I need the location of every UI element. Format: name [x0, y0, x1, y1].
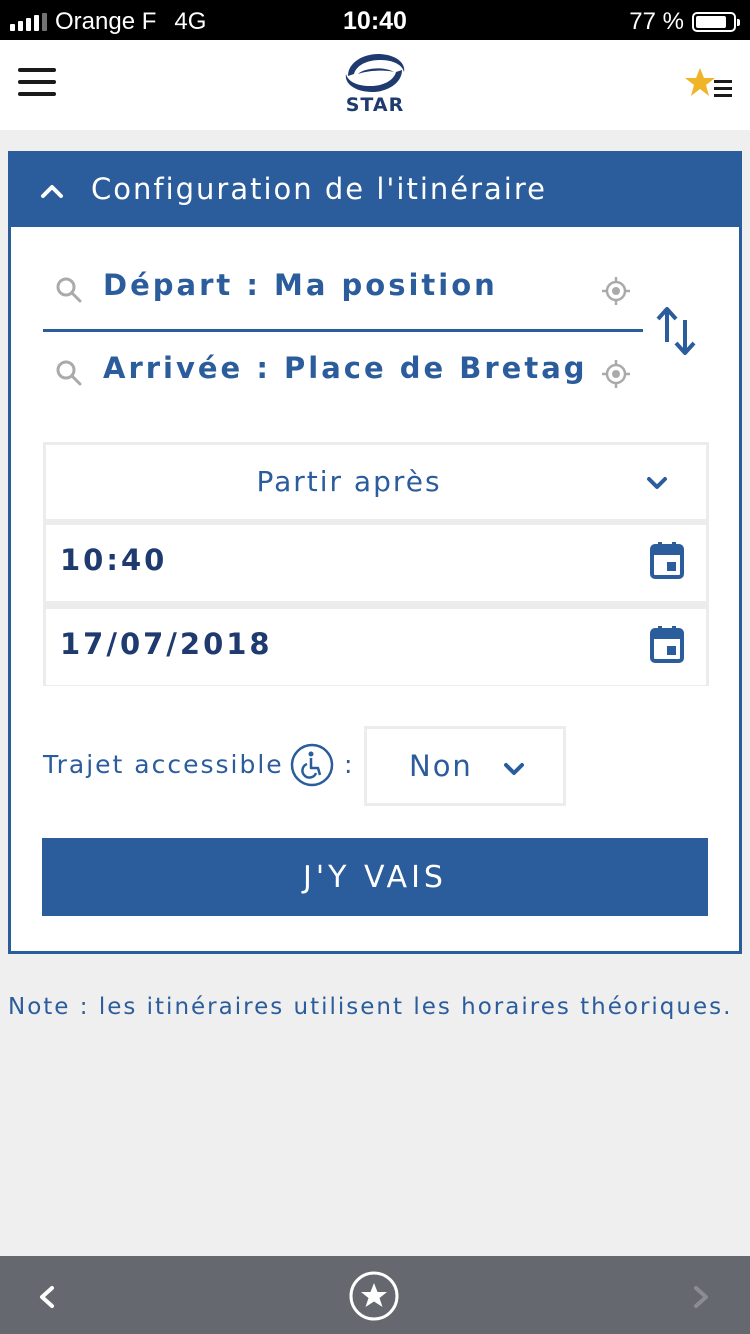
time-value: 10:40 — [60, 543, 168, 577]
battery-percent: 77 % — [629, 8, 684, 35]
logo-text: STAR — [345, 94, 405, 116]
submit-button[interactable]: J'Y VAIS — [42, 838, 708, 916]
arrival-value: Arrivée : Place de Bretagne — [103, 351, 585, 385]
swap-icon[interactable] — [655, 304, 699, 358]
itinerary-panel: Configuration de l'itinéraire Départ : M… — [8, 151, 742, 954]
date-value: 17/07/2018 — [60, 627, 273, 661]
calendar-icon[interactable] — [650, 625, 684, 663]
hamburger-menu-icon[interactable] — [18, 68, 58, 96]
battery-icon — [692, 12, 740, 32]
time-input[interactable]: 10:40 — [46, 525, 706, 601]
chevron-down-icon — [504, 763, 524, 775]
departure-field[interactable]: Départ : Ma position — [43, 254, 643, 322]
locate-icon[interactable] — [601, 276, 631, 306]
search-icon — [56, 360, 82, 386]
status-right: 77 % — [629, 8, 740, 36]
wheelchair-icon — [290, 743, 334, 787]
note-text: Note : les itinéraires utilisent les hor… — [8, 994, 733, 1020]
search-icon — [56, 277, 82, 303]
chevron-left-icon[interactable] — [30, 1280, 64, 1314]
accessible-select[interactable]: Non — [364, 726, 566, 806]
accessible-label: Trajet accessible — [43, 750, 284, 779]
field-divider — [43, 329, 643, 332]
bottom-nav-bar — [0, 1256, 750, 1334]
star-logo-icon — [345, 54, 405, 92]
date-input[interactable]: 17/07/2018 — [46, 609, 706, 685]
status-bar: Orange F 4G 10:40 77 % — [0, 0, 750, 40]
panel-header-toggle[interactable]: Configuration de l'itinéraire — [11, 154, 739, 227]
chevron-up-icon — [41, 185, 63, 198]
departure-mode-value: Partir après — [256, 465, 442, 498]
chevron-right-icon[interactable] — [684, 1280, 718, 1314]
panel-title: Configuration de l'itinéraire — [91, 172, 547, 206]
locate-icon[interactable] — [601, 359, 631, 389]
arrival-field[interactable]: Arrivée : Place de Bretagne — [43, 337, 643, 405]
star-circle-icon[interactable] — [348, 1270, 400, 1322]
calendar-icon[interactable] — [650, 541, 684, 579]
star-logo: STAR — [338, 50, 412, 120]
app-header: STAR — [0, 40, 750, 130]
accessible-colon: : — [344, 750, 353, 779]
favorites-menu-icon[interactable] — [684, 64, 736, 104]
accessible-value: Non — [409, 749, 473, 783]
departure-value: Départ : Ma position — [103, 268, 498, 302]
departure-mode-select[interactable]: Partir après — [46, 445, 706, 519]
datetime-group: Partir après 10:40 17/07/2018 — [43, 442, 709, 686]
chevron-down-icon — [647, 477, 667, 489]
